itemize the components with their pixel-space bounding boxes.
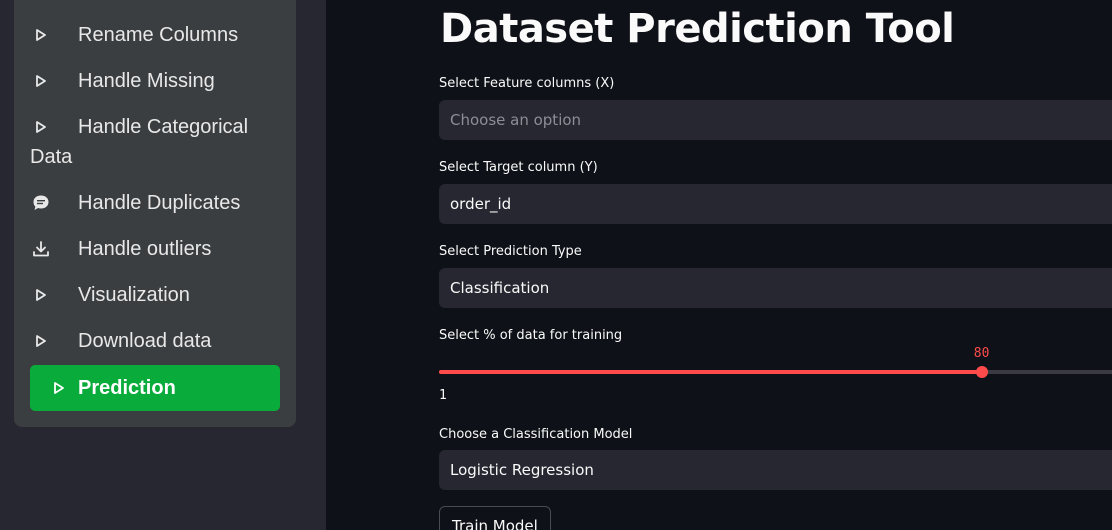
sidebar-item-prediction[interactable]: Prediction [30, 365, 280, 411]
classification-model-label: Choose a Classification Model [439, 427, 633, 442]
play-outline-icon [30, 326, 52, 356]
prediction-type-label: Select Prediction Type [439, 244, 582, 259]
play-outline-icon [30, 66, 52, 96]
training-percent-slider[interactable]: 80 [439, 346, 1112, 378]
sidebar-item-label: Handle Duplicates [78, 192, 241, 214]
play-outline-icon [30, 112, 52, 142]
feature-columns-label: Select Feature columns (X) [439, 76, 615, 91]
play-outline-icon [48, 373, 70, 403]
target-column-label: Select Target column (Y) [439, 160, 598, 175]
sidebar-item-label: Rename Columns [78, 24, 239, 46]
sidebar-item-rename-columns[interactable]: Rename Columns [30, 20, 280, 50]
train-model-button[interactable]: Train Model [439, 506, 551, 530]
sidebar-item-handle-outliers[interactable]: Handle outliers [30, 234, 280, 264]
sidebar-item-label: Handle Missing [78, 70, 215, 92]
sidebar-item-visualization[interactable]: Visualization [30, 280, 280, 310]
classification-model-select[interactable]: Logistic Regression [439, 450, 1112, 490]
sidebar-item-handle-duplicates[interactable]: Handle Duplicates [30, 188, 280, 218]
download-icon [30, 234, 52, 264]
target-column-select[interactable]: order_id [439, 184, 1112, 224]
play-outline-icon [30, 280, 52, 310]
training-percent-label: Select % of data for training [439, 328, 623, 343]
slider-thumb[interactable] [975, 366, 988, 378]
sidebar: Rename Columns Handle Missing Handle Cat… [0, 0, 326, 530]
sidebar-item-label: Handle outliers [78, 238, 212, 260]
play-outline-icon [30, 20, 52, 50]
chat-bubble-icon [30, 188, 52, 218]
feature-columns-multiselect[interactable]: Choose an option [439, 100, 1112, 140]
slider-fill [439, 370, 982, 374]
slider-value: 80 [973, 346, 990, 361]
sidebar-item-download-data[interactable]: Download data [30, 326, 280, 356]
prediction-type-select[interactable]: Classification [439, 268, 1112, 308]
slider-min-label: 1 [439, 388, 447, 403]
sidebar-menu: Rename Columns Handle Missing Handle Cat… [14, 0, 296, 427]
sidebar-item-label: Handle Categorical Data [30, 116, 249, 168]
sidebar-item-label: Download data [78, 330, 212, 352]
sidebar-item-handle-categorical-data[interactable]: Handle Categorical Data [30, 112, 280, 172]
main-content: Dataset Prediction Tool Select Feature c… [326, 0, 1112, 530]
sidebar-item-label: Visualization [78, 284, 190, 306]
page-title: Dataset Prediction Tool [440, 6, 955, 52]
sidebar-item-handle-missing[interactable]: Handle Missing [30, 66, 280, 96]
